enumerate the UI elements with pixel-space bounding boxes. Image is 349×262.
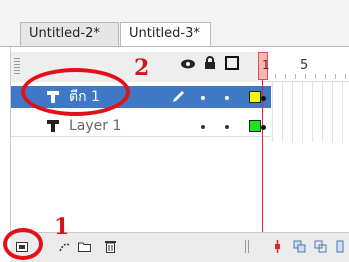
panel-grip-handle[interactable] bbox=[14, 58, 20, 74]
keyframe-dot[interactable] bbox=[261, 125, 266, 130]
frame-grid-line bbox=[312, 82, 313, 142]
new-folder-icon[interactable] bbox=[78, 240, 91, 253]
frame-grid-line bbox=[342, 82, 343, 142]
annotation-ring-layer bbox=[21, 68, 130, 116]
onion-skin-icon[interactable] bbox=[293, 240, 306, 253]
frame-grid-line bbox=[282, 82, 283, 142]
frame-grid-line bbox=[292, 82, 293, 142]
frame-grid-line bbox=[332, 82, 333, 142]
keyframe-dot[interactable] bbox=[261, 96, 266, 101]
edit-multiple-frames-icon[interactable] bbox=[336, 240, 349, 253]
frame-grid-line bbox=[302, 82, 303, 142]
lock-icon[interactable] bbox=[204, 56, 216, 70]
outline-color-swatch[interactable] bbox=[249, 120, 261, 132]
trash-icon[interactable] bbox=[104, 240, 117, 253]
layer-icon bbox=[47, 120, 59, 132]
lock-dot[interactable] bbox=[225, 125, 229, 129]
pencil-icon bbox=[173, 91, 184, 102]
visibility-dot[interactable] bbox=[201, 125, 205, 129]
frame-grid-line bbox=[322, 82, 323, 142]
outline-color-swatch[interactable] bbox=[249, 91, 261, 103]
layer-name[interactable]: Layer 1 bbox=[69, 117, 121, 135]
lock-dot[interactable] bbox=[225, 96, 229, 100]
annotation-label-2: 2 bbox=[134, 55, 150, 81]
outline-icon[interactable] bbox=[225, 56, 239, 70]
visibility-dot[interactable] bbox=[201, 96, 205, 100]
eye-icon[interactable] bbox=[180, 58, 196, 70]
onion-skin-outline-icon[interactable] bbox=[314, 240, 327, 253]
annotation-ring-new-layer bbox=[3, 228, 43, 260]
center-frame-icon[interactable] bbox=[271, 240, 284, 253]
panel-splitter[interactable] bbox=[245, 240, 249, 253]
layer-row-2[interactable]: Layer 1 bbox=[11, 115, 271, 137]
frame-number-5: 5 bbox=[300, 58, 309, 73]
motion-guide-icon[interactable] bbox=[58, 240, 71, 253]
frame-number-1: 1 bbox=[262, 58, 270, 72]
tab-untitled-3[interactable]: Untitled-3* bbox=[120, 22, 211, 47]
annotation-label-1: 1 bbox=[54, 214, 70, 240]
tab-untitled-2[interactable]: Untitled-2* bbox=[20, 22, 119, 46]
frame-grid-line bbox=[272, 82, 273, 142]
